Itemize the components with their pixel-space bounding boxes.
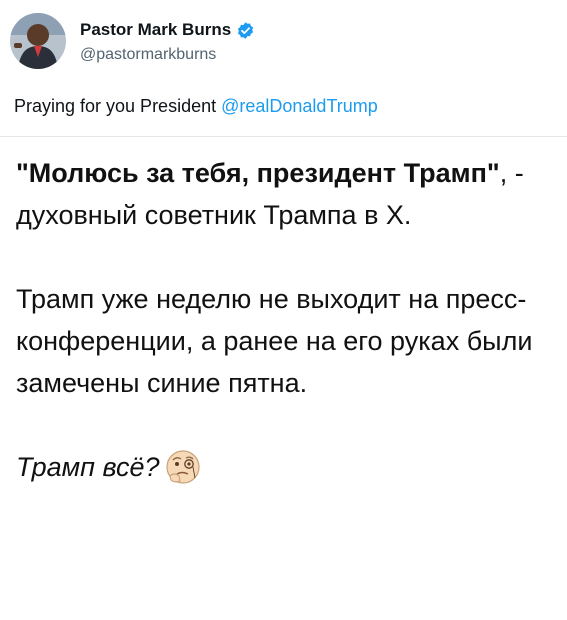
author-name[interactable]: Pastor Mark Burns	[80, 20, 231, 40]
author-name-row[interactable]: Pastor Mark Burns	[80, 20, 255, 40]
post-quote: "Молюсь за тебя, президент Трамп"	[16, 158, 500, 188]
post-body: "Молюсь за тебя, президент Трамп", - дух…	[16, 152, 556, 488]
avatar[interactable]	[10, 13, 66, 69]
verified-badge-icon	[236, 21, 255, 40]
embedded-tweet-card: Pastor Mark Burns @pastormarkburns Prayi…	[0, 0, 567, 137]
post-paragraph-2: Трамп уже неделю не выходит на пресс-кон…	[16, 284, 533, 398]
tweet-text: Praying for you President @realDonaldTru…	[14, 96, 378, 117]
avatar-photo	[10, 13, 66, 69]
thinking-face-with-monocle-icon	[164, 448, 202, 486]
mention-link[interactable]: @realDonaldTrump	[221, 96, 378, 116]
author-handle[interactable]: @pastormarkburns	[80, 46, 216, 64]
tweet-text-prefix: Praying for you President	[14, 96, 222, 116]
post-closing-text: Трамп всё?	[16, 452, 160, 482]
post-closing-line: Трамп всё?	[16, 446, 556, 488]
post-paragraph-1: "Молюсь за тебя, президент Трамп", - дух…	[16, 152, 556, 236]
